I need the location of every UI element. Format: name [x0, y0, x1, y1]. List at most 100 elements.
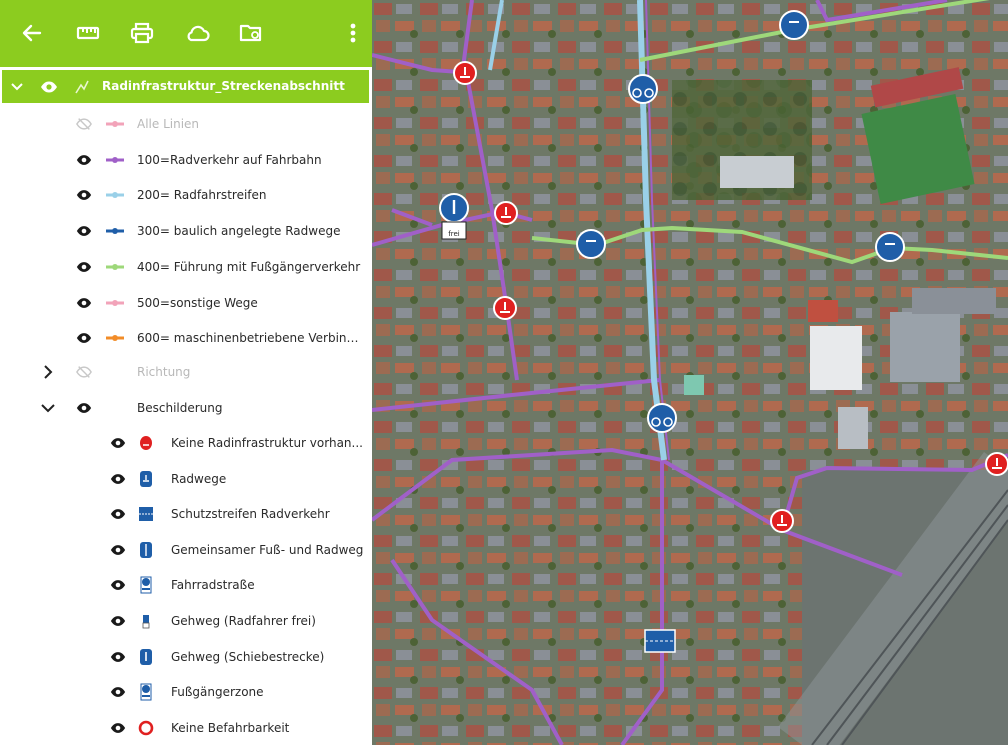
map-sign-marker[interactable]: [875, 232, 905, 262]
more-vertical-icon: [350, 23, 356, 43]
sidewalk-bikes-allowed-sign-icon: [142, 615, 150, 629]
sign-legend-label: Fahrradstraße: [171, 578, 255, 593]
bike-street-sign-icon: [140, 576, 152, 594]
legend-item[interactable]: 400= Führung mit Fußgängerverkehr: [0, 252, 370, 282]
legend-item-label: 400= Führung mit Fußgängerverkehr: [137, 259, 361, 274]
chevron-down-icon[interactable]: [40, 400, 56, 416]
sign-legend-item[interactable]: Schutzstreifen Radverkehr: [0, 499, 370, 529]
ruler-icon: [76, 26, 100, 40]
group-beschilderung[interactable]: Beschilderung: [0, 393, 370, 423]
group-label: Richtung: [137, 365, 191, 379]
cloud-button[interactable]: [182, 18, 212, 48]
legend-item[interactable]: 300= baulich angelegte Radwege: [0, 216, 370, 246]
legend-item[interactable]: 200= Radfahrstreifen: [0, 180, 370, 210]
map-view[interactable]: frei: [372, 0, 1008, 745]
map-sign-marker[interactable]: [770, 509, 794, 533]
bike-path-sign-icon: [140, 470, 152, 487]
printer-icon: [130, 22, 154, 44]
eye-icon[interactable]: [110, 543, 126, 557]
legend-item-label: 200= Radfahrstreifen: [137, 188, 267, 203]
folder-settings-button[interactable]: [236, 18, 266, 48]
more-menu-button[interactable]: [338, 18, 368, 48]
arrow-left-icon: [22, 24, 42, 42]
eye-icon[interactable]: [76, 401, 92, 415]
map-sign-marker[interactable]: [494, 201, 518, 225]
aerial-map[interactable]: frei: [372, 0, 1008, 745]
eye-icon[interactable]: [110, 721, 126, 735]
no-bike-sign-icon: [140, 436, 152, 450]
sign-legend-item[interactable]: Fahrradstraße: [0, 570, 370, 600]
eye-icon[interactable]: [76, 296, 92, 310]
line-layer-icon: [75, 80, 89, 94]
sign-legend-item[interactable]: Keine Befahrbarkeit: [0, 713, 370, 743]
legend-item[interactable]: 500=sonstige Wege: [0, 288, 370, 318]
no-entry-sign-icon: [138, 720, 154, 736]
map-sign-marker[interactable]: [493, 296, 517, 320]
layer-title: Radinfrastruktur_Streckenabschnitt: [102, 79, 345, 93]
map-sign-marker[interactable]: [779, 10, 809, 40]
map-sign-marker[interactable]: [644, 629, 676, 653]
eye-icon[interactable]: [110, 436, 126, 450]
chevron-down-icon[interactable]: [10, 80, 24, 94]
toolbar: [0, 0, 372, 67]
eye-icon[interactable]: [110, 685, 126, 699]
line-swatch-icon: [106, 192, 124, 199]
sign-legend-label: Fußgängerzone: [171, 685, 264, 700]
legend-item-label: 600= maschinenbetriebene Verbind...: [137, 331, 365, 346]
sign-legend-label: Radwege: [171, 471, 227, 486]
measure-button[interactable]: [73, 18, 103, 48]
eye-icon[interactable]: [110, 614, 126, 628]
map-sign-marker[interactable]: [453, 61, 477, 85]
shared-path-sign-icon: [140, 541, 152, 558]
sign-legend-label: Gemeinsamer Fuß- und Radweg: [171, 542, 364, 557]
layer-header[interactable]: Radinfrastruktur_Streckenabschnitt: [2, 70, 369, 103]
sign-legend-item[interactable]: Gehweg (Radfahrer frei): [0, 606, 370, 636]
sign-legend-item[interactable]: Gehweg (Schiebestrecke): [0, 642, 370, 672]
folder-settings-icon: [239, 24, 262, 42]
eye-off-icon[interactable]: [76, 117, 92, 131]
map-sign-marker[interactable]: [647, 403, 677, 433]
sign-legend-label: Schutzstreifen Radverkehr: [171, 507, 330, 522]
print-button[interactable]: [127, 18, 157, 48]
eye-icon[interactable]: [76, 331, 92, 345]
sign-legend-label: Gehweg (Schiebestrecke): [171, 649, 325, 664]
group-label: Beschilderung: [137, 401, 223, 415]
layer-panel: Radinfrastruktur_Streckenabschnitt Alle …: [0, 0, 373, 745]
eye-off-icon[interactable]: [76, 365, 92, 379]
group-richtung[interactable]: Richtung: [0, 357, 370, 387]
map-sign-marker[interactable]: [576, 229, 606, 259]
eye-icon[interactable]: [76, 188, 92, 202]
legend-item[interactable]: 600= maschinenbetriebene Verbind...: [0, 323, 370, 353]
sign-legend-item[interactable]: Fußgängerzone: [0, 677, 370, 707]
line-swatch-icon: [106, 156, 124, 163]
map-sign-marker[interactable]: [628, 74, 658, 104]
eye-icon[interactable]: [110, 507, 126, 521]
sign-legend-item[interactable]: Gemeinsamer Fuß- und Radweg: [0, 535, 370, 565]
line-swatch-icon: [106, 335, 124, 342]
eye-icon[interactable]: [40, 80, 58, 94]
eye-icon[interactable]: [110, 472, 126, 486]
eye-icon[interactable]: [76, 153, 92, 167]
line-swatch-icon: [106, 299, 124, 306]
sidewalk-push-bike-sign-icon: [140, 648, 152, 665]
legend-item-label: Alle Linien: [137, 117, 200, 131]
sign-legend-item[interactable]: Keine Radinfrastruktur vorhan...: [0, 428, 370, 458]
eye-icon[interactable]: [76, 224, 92, 238]
sign-legend-label: Keine Befahrbarkeit: [171, 720, 290, 735]
pedestrian-zone-sign-icon: [140, 683, 152, 701]
eye-icon[interactable]: [110, 578, 126, 592]
line-swatch-icon: [106, 228, 124, 235]
map-sign-marker[interactable]: [985, 452, 1008, 476]
line-swatch-icon: [106, 263, 124, 270]
sign-legend-label: Gehweg (Radfahrer frei): [171, 614, 316, 628]
sign-legend-item[interactable]: Radwege: [0, 464, 370, 494]
legend-item[interactable]: Alle Linien: [0, 109, 370, 139]
eye-icon[interactable]: [110, 650, 126, 664]
eye-icon[interactable]: [76, 260, 92, 274]
legend-item[interactable]: 100=Radverkehr auf Fahrbahn: [0, 145, 370, 175]
back-button[interactable]: [17, 18, 47, 48]
chevron-right-icon[interactable]: [40, 364, 56, 380]
sign-legend-label: Keine Radinfrastruktur vorhan...: [171, 436, 363, 450]
cloud-icon: [187, 25, 210, 42]
legend-item-label: 500=sonstige Wege: [137, 295, 258, 310]
